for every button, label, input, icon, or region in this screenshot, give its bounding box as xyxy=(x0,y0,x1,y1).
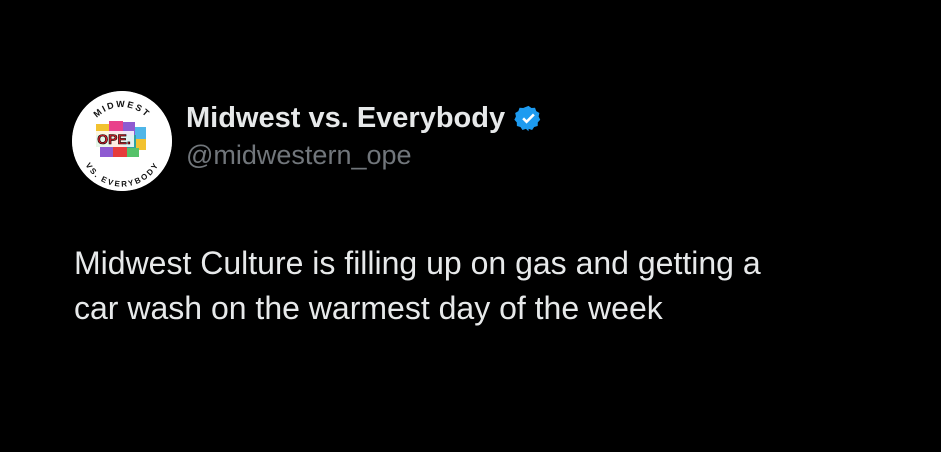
verified-badge-icon xyxy=(514,104,543,133)
avatar-center-text: OPE. xyxy=(97,131,130,147)
tweet-text-line: Midwest Culture is filling up on gas and… xyxy=(74,245,761,281)
author-name-row: Midwest vs. Everybody xyxy=(186,100,543,136)
profile-avatar[interactable]: OPE. MIDWEST VS. EVERYBODY xyxy=(72,91,172,191)
author-display-name[interactable]: Midwest vs. Everybody xyxy=(186,102,505,135)
tweet-text-line: car wash on the warmest day of the week xyxy=(74,290,663,326)
tweet-text: Midwest Culture is filling up on gas and… xyxy=(74,241,894,331)
tweet-card: OPE. MIDWEST VS. EVERYBODY Midwest vs. E… xyxy=(0,0,941,452)
midwest-logo-icon: OPE. MIDWEST VS. EVERYBODY xyxy=(72,91,172,191)
author-identity: Midwest vs. Everybody @midwestern_ope xyxy=(186,100,543,171)
author-handle[interactable]: @midwestern_ope xyxy=(186,140,543,171)
